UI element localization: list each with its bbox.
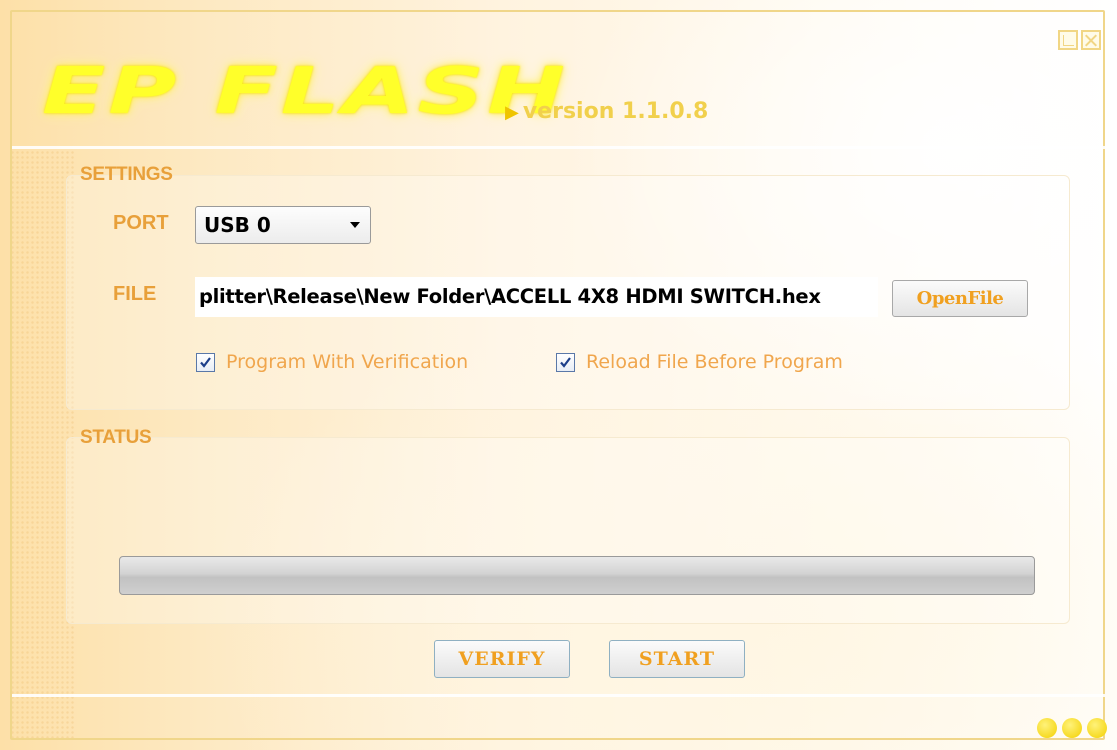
start-button[interactable]: START bbox=[609, 640, 745, 678]
program-with-verification-checkbox[interactable]: Program With Verification bbox=[196, 351, 468, 373]
app-logo-title: EP FLASH bbox=[42, 55, 568, 129]
yellow-dot-icon bbox=[1037, 718, 1057, 738]
open-file-button[interactable]: OpenFile bbox=[892, 280, 1028, 317]
version-text: ▶ version 1.1.0.8 bbox=[505, 99, 708, 124]
footer-divider bbox=[12, 694, 1105, 697]
settings-title: SETTINGS bbox=[80, 164, 173, 185]
maximize-icon[interactable] bbox=[1058, 30, 1078, 50]
yellow-dot-icon bbox=[1087, 718, 1107, 738]
ep-flash-window: EP FLASH ▶ version 1.1.0.8 SETTINGS PORT … bbox=[0, 0, 1117, 750]
verify-button[interactable]: VERIFY bbox=[434, 640, 570, 678]
port-select[interactable]: USB 0 bbox=[195, 206, 371, 244]
status-group bbox=[66, 437, 1070, 624]
program-with-verification-label: Program With Verification bbox=[226, 351, 469, 373]
port-value: USB 0 bbox=[204, 213, 271, 237]
checkbox-checked-icon[interactable] bbox=[196, 352, 215, 372]
progress-bar bbox=[119, 556, 1035, 595]
file-label: FILE bbox=[113, 283, 157, 305]
status-title: STATUS bbox=[80, 427, 152, 448]
close-icon[interactable] bbox=[1081, 30, 1101, 50]
arrow-icon: ▶ bbox=[505, 102, 519, 123]
header-divider bbox=[12, 146, 1105, 149]
reload-file-before-program-label: Reload File Before Program bbox=[586, 351, 843, 373]
yellow-dot-icon bbox=[1062, 718, 1082, 738]
file-path-field[interactable]: plitter\Release\New Folder\ACCELL 4X8 HD… bbox=[195, 277, 878, 317]
checkbox-checked-icon[interactable] bbox=[556, 352, 575, 372]
status-dots bbox=[1037, 718, 1107, 738]
port-label: PORT bbox=[113, 212, 169, 234]
window-controls bbox=[1058, 30, 1101, 50]
version-label: version 1.1.0.8 bbox=[522, 99, 709, 124]
chevron-down-icon[interactable] bbox=[350, 222, 360, 228]
reload-file-before-program-checkbox[interactable]: Reload File Before Program bbox=[556, 351, 843, 373]
